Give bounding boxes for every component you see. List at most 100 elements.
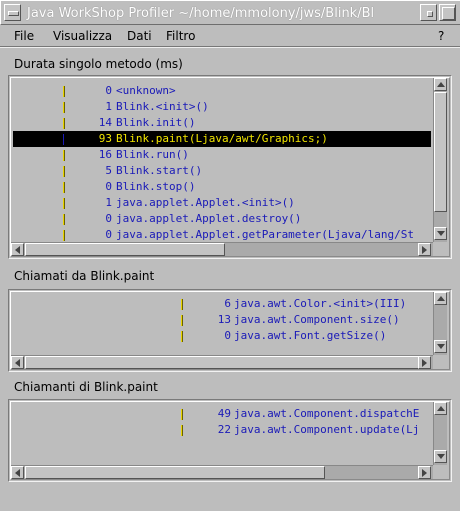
time-bar (63, 214, 65, 225)
time-bar (181, 425, 183, 436)
time-value: 93 (98, 132, 112, 145)
window-menu-icon[interactable] (4, 4, 21, 21)
time-value: 22 (217, 423, 231, 436)
time-bar (63, 118, 65, 129)
list-item[interactable]: 6 java.awt.Color.<init>(III) (13, 296, 431, 312)
called-by-panel: 6 java.awt.Color.<init>(III) 13 java.awt.Co… (8, 289, 452, 372)
scroll-left-icon[interactable] (11, 243, 24, 256)
scroll-down-icon[interactable] (434, 450, 447, 463)
method-name: java.applet.Applet.getParameter(Ljava/la… (116, 228, 415, 241)
scroll-left-icon[interactable] (11, 356, 24, 369)
callers-section-label: Chiamanti di Blink.paint (14, 380, 158, 394)
method-name: Blink.stop() (116, 180, 196, 193)
menu-help[interactable]: ? (438, 28, 444, 44)
scroll-up-icon[interactable] (434, 402, 447, 415)
time-bar (63, 198, 65, 209)
callers-panel: 49 java.awt.Component.dispatchE 22 java.awt… (8, 399, 452, 482)
method-name: java.awt.Component.size() (234, 313, 400, 326)
called-by-vscroll[interactable] (433, 292, 447, 355)
list-item[interactable]: 0 <unknown> (13, 83, 431, 99)
scroll-up-icon[interactable] (434, 78, 447, 91)
time-value: 6 (224, 297, 231, 310)
method-name: java.applet.Applet.<init>() (116, 196, 295, 209)
time-value: 1 (105, 196, 112, 209)
called-by-hscroll[interactable] (11, 355, 433, 369)
list-item[interactable]: 22 java.awt.Component.update(Lj (13, 422, 431, 438)
menu-filtro[interactable]: Filtro (166, 28, 195, 44)
called-by-list[interactable]: 6 java.awt.Color.<init>(III) 13 java.awt.Co… (13, 294, 431, 357)
scroll-right-icon[interactable] (418, 356, 431, 369)
menu-dati[interactable]: Dati (127, 28, 152, 44)
maximize-icon[interactable] (439, 4, 456, 21)
list-item[interactable]: 1 Blink.<init>() (13, 99, 431, 115)
scroll-thumb[interactable] (25, 466, 325, 479)
scroll-down-icon[interactable] (434, 227, 447, 240)
time-value: 16 (98, 148, 112, 161)
time-bar (63, 150, 65, 161)
scroll-thumb[interactable] (434, 92, 447, 212)
scroll-right-icon[interactable] (418, 243, 431, 256)
method-name: <unknown> (116, 84, 176, 97)
time-bar (63, 86, 65, 97)
list-item[interactable]: 1 java.applet.Applet.<init>() (13, 195, 431, 211)
scroll-down-icon[interactable] (434, 340, 447, 353)
scroll-right-icon[interactable] (418, 466, 431, 479)
callers-hscroll[interactable] (11, 465, 433, 479)
method-name: java.applet.Applet.destroy() (116, 212, 302, 225)
scroll-thumb[interactable] (25, 356, 419, 369)
methods-vscroll[interactable] (433, 78, 447, 242)
methods-list[interactable]: 0 <unknown> 1 Blink.<init>() 14 Blink.init() 9… (13, 80, 431, 244)
method-name: Blink.run() (116, 148, 189, 161)
menu-visualizza[interactable]: Visualizza (53, 28, 112, 44)
list-item[interactable]: 14 Blink.init() (13, 115, 431, 131)
time-value: 0 (224, 329, 231, 342)
method-name: Blink.<init>() (116, 100, 209, 113)
list-item[interactable]: 5 Blink.start() (13, 163, 431, 179)
list-item[interactable]: 0 Blink.stop() (13, 179, 431, 195)
menu-file[interactable]: File (14, 28, 34, 44)
scroll-thumb[interactable] (25, 243, 225, 256)
scroll-left-icon[interactable] (11, 466, 24, 479)
minimize-icon[interactable] (420, 4, 437, 21)
time-bar (63, 102, 65, 113)
methods-hscroll[interactable] (11, 242, 433, 256)
list-item[interactable]: 16 Blink.run() (13, 147, 431, 163)
list-item[interactable]: 93 Blink.paint(Ljava/awt/Graphics;) (13, 131, 431, 147)
time-value: 1 (105, 100, 112, 113)
list-item[interactable]: 0 java.applet.Applet.destroy() (13, 211, 431, 227)
time-bar (63, 230, 65, 241)
time-bar (63, 134, 65, 145)
menu-bar: File Visualizza Dati Filtro ? (0, 25, 460, 47)
method-name: java.awt.Component.update(Lj (234, 423, 420, 436)
list-item[interactable]: 0 java.awt.Font.getSize() (13, 328, 431, 344)
method-name: Blink.init() (116, 116, 196, 129)
time-value: 14 (98, 116, 112, 129)
list-item[interactable]: 49 java.awt.Component.dispatchE (13, 406, 431, 422)
time-value: 0 (105, 180, 112, 193)
time-value: 13 (217, 313, 231, 326)
time-bar (181, 331, 183, 342)
method-name: java.awt.Font.getSize() (234, 329, 387, 342)
method-name: java.awt.Color.<init>(III) (234, 297, 407, 310)
time-bar (181, 409, 183, 420)
time-value: 5 (105, 164, 112, 177)
time-bar (181, 315, 183, 326)
method-name: Blink.paint(Ljava/awt/Graphics;) (116, 132, 328, 145)
time-value: 49 (217, 407, 231, 420)
method-name: java.awt.Component.dispatchE (234, 407, 420, 420)
methods-section-label: Durata singolo metodo (ms) (14, 57, 183, 71)
list-item[interactable]: 0 java.applet.Applet.getParameter(Ljava/l… (13, 227, 431, 243)
callers-vscroll[interactable] (433, 402, 447, 465)
methods-panel: 0 <unknown> 1 Blink.<init>() 14 Blink.init() 9… (8, 75, 452, 259)
callers-list[interactable]: 49 java.awt.Component.dispatchE 22 java.awt… (13, 404, 431, 467)
window-title: Java WorkShop Profiler ~/home/mmolony/jw… (27, 6, 375, 21)
time-bar (63, 182, 65, 193)
time-bar (63, 166, 65, 177)
list-item[interactable]: 13 java.awt.Component.size() (13, 312, 431, 328)
called-by-section-label: Chiamati da Blink.paint (14, 269, 155, 283)
title-bar: Java WorkShop Profiler ~/home/mmolony/jw… (0, 0, 460, 25)
scroll-up-icon[interactable] (434, 292, 447, 305)
time-value: 0 (105, 228, 112, 241)
method-name: Blink.start() (116, 164, 203, 177)
time-value: 0 (105, 212, 112, 225)
